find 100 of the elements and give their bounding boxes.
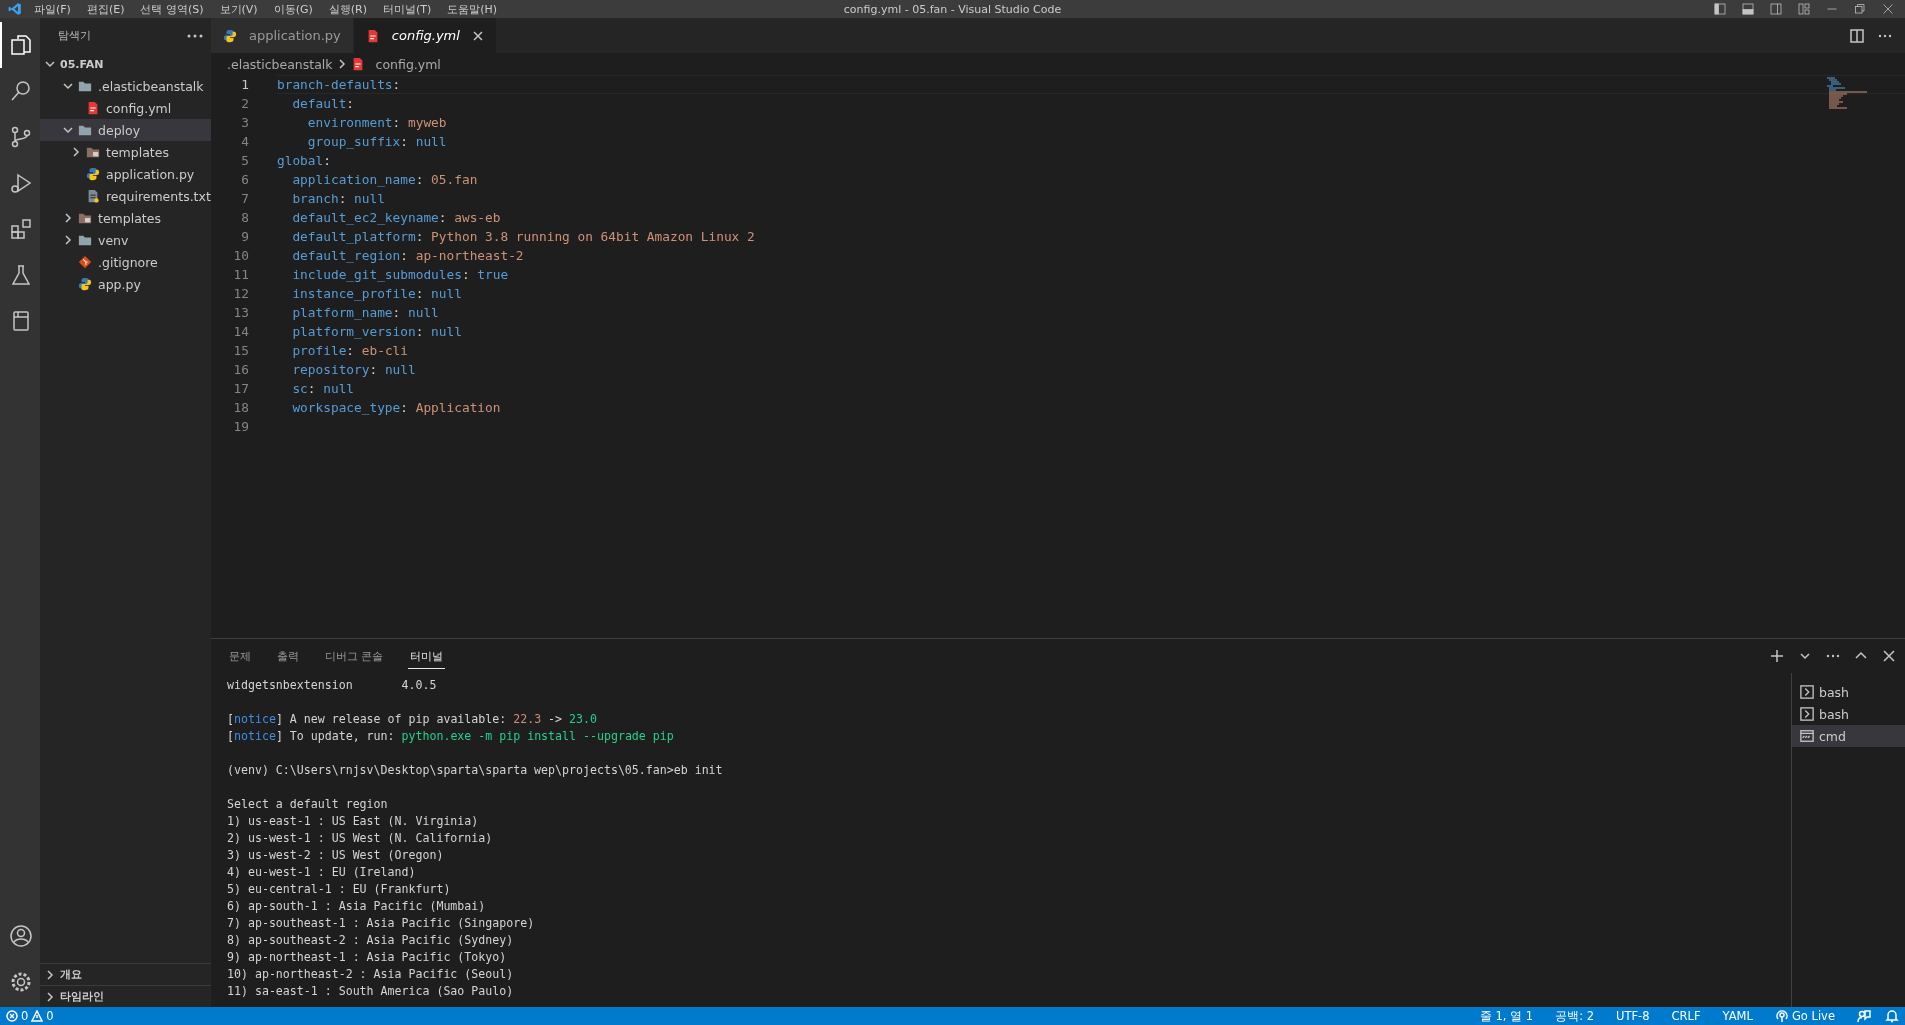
editor-tab[interactable]: application.py [211,18,354,53]
folder-icon [78,79,92,93]
menu-item[interactable]: 실행(R) [328,1,367,17]
panel-tab[interactable]: 문제 [227,643,253,669]
status-item[interactable]: UTF-8 [1616,1009,1650,1023]
terminal-line: 4) eu-west-1 : EU (Ireland) [227,865,416,879]
menu-item[interactable]: 보기(V) [219,1,258,17]
tree-item[interactable]: config.yml [40,97,211,119]
tree-item[interactable]: templates [40,207,211,229]
more-icon[interactable] [187,33,203,38]
status-item[interactable]: CRLF [1671,1009,1701,1023]
code-line: sc: null [291,381,355,396]
panel-toggle-icon[interactable] [1741,3,1755,15]
source-control-icon[interactable] [9,125,33,149]
line-number: 9 [240,229,249,244]
plus-icon[interactable] [1769,648,1785,664]
code-line: workspace_type: Application [291,400,501,415]
code-line: profile: eb-cli [291,343,408,358]
terminal-icon [1800,685,1814,699]
bell-icon[interactable] [1885,1009,1899,1023]
files-icon[interactable] [9,33,33,57]
cmd-icon [1800,729,1814,743]
feedback-icon[interactable] [1857,1009,1871,1023]
terminal-line: widgetsnbextension 4.0.5 [227,678,437,692]
line-number: 12 [232,286,249,301]
tree-item[interactable]: app.py [40,273,211,295]
code-line: environment: myweb [306,115,447,130]
status-item[interactable]: 공백: 2 [1555,1008,1594,1024]
terminal-line: 5) eu-central-1 : EU (Frankfurt) [227,882,451,896]
tree-item[interactable]: venv [40,229,211,251]
broadcast-icon [1774,1009,1789,1023]
terminal-line: 9) ap-northeast-1 : Asia Pacific (Tokyo) [227,950,507,964]
sidebar-title: 탐색기 [58,28,92,43]
menu-item[interactable]: 편집(E) [86,1,125,17]
chevron-down-icon[interactable] [62,124,74,136]
panel-tab[interactable]: 디버그 콘솔 [323,643,386,669]
git-icon [78,255,92,269]
extensions-icon[interactable] [9,217,33,241]
line-number: 6 [240,172,249,187]
breadcrumb-item[interactable]: config.yml [350,56,441,72]
editor-tab[interactable]: config.yml [353,18,497,53]
split-layout-icon[interactable] [1769,3,1783,15]
menu-item[interactable]: 선택 영역(S) [140,1,204,17]
run-debug-icon[interactable] [9,171,33,195]
chevron-right-icon[interactable] [62,234,74,246]
code-line: application_name: 05.fan [291,172,478,187]
line-number: 7 [240,191,249,206]
chevron-right-icon[interactable] [70,146,82,158]
code-line: default_region: ap-northeast-2 [291,248,524,263]
go-live-button[interactable]: Go Live [1774,1009,1835,1023]
panel-tab[interactable]: 터미널 [407,643,445,669]
tree-item[interactable]: .elasticbeanstalk [40,75,211,97]
chevron-right-icon[interactable] [62,212,74,224]
layout-icon[interactable] [1797,3,1811,15]
tree-item[interactable]: templates [40,141,211,163]
code-line: platform_version: null [291,324,462,339]
terminal-line: 2) us-west-1 : US West (N. California) [227,831,493,845]
terminal-line: 10) ap-northeast-2 : Asia Pacific (Seoul) [227,967,514,981]
menu-item[interactable]: 터미널(T) [383,1,432,17]
tree-item[interactable]: requirements.txt [40,185,211,207]
search-icon[interactable] [9,79,33,103]
tree-item[interactable]: deploy [40,119,211,141]
menu-item[interactable]: 파일(F) [34,1,71,17]
terminal-tab[interactable]: cmd [1792,725,1905,747]
menu-item[interactable]: 도움말(H) [447,1,498,17]
sidebar-toggle-icon[interactable] [1713,3,1727,15]
close-icon[interactable] [471,29,484,42]
settings-icon[interactable] [9,970,33,994]
line-number: 13 [232,305,249,320]
tree-item[interactable]: application.py [40,163,211,185]
code-line: default: [291,96,355,111]
logo-icon [6,2,24,16]
window-title: config.yml - 05.fan - Visual Studio Code [843,2,1062,16]
chevron-right-icon[interactable] [44,968,56,981]
terminal-line: 3) us-west-2 : US West (Oregon) [227,848,444,862]
line-number: 11 [232,267,249,282]
close-icon[interactable] [1881,648,1897,664]
chevron-down-icon[interactable] [44,58,56,70]
menu-item[interactable]: 이동(G) [273,1,313,17]
chevron-right-icon[interactable] [44,990,56,1003]
chevron-down-icon[interactable] [62,80,74,92]
problems-status[interactable]: 0 0 [6,1009,54,1023]
breadcrumb-item[interactable]: .elasticbeanstalk [227,56,333,72]
close-icon[interactable] [1881,3,1895,15]
code-line: platform_name: null [291,305,439,320]
terminal-line: 1) us-east-1 : US East (N. Virginia) [227,814,479,828]
line-number: 3 [240,115,249,130]
restore-icon[interactable] [1853,3,1867,15]
status-item[interactable]: YAML [1722,1009,1753,1023]
status-item[interactable]: 줄 1, 열 1 [1479,1008,1534,1024]
terminal-tab[interactable]: bash [1792,681,1905,703]
split-editor-icon[interactable] [1849,27,1865,44]
terminal-line: 7) ap-southeast-1 : Asia Pacific (Singapore) [227,916,535,930]
tree-item[interactable]: .gitignore [40,251,211,273]
flask-icon[interactable] [9,263,33,287]
folder-header[interactable]: 05.FAN [60,57,104,71]
terminal-tab[interactable]: bash [1792,703,1905,725]
panel-tab[interactable]: 출력 [275,643,301,669]
section-header[interactable]: 개요 [40,963,211,985]
account-icon[interactable] [9,924,33,948]
